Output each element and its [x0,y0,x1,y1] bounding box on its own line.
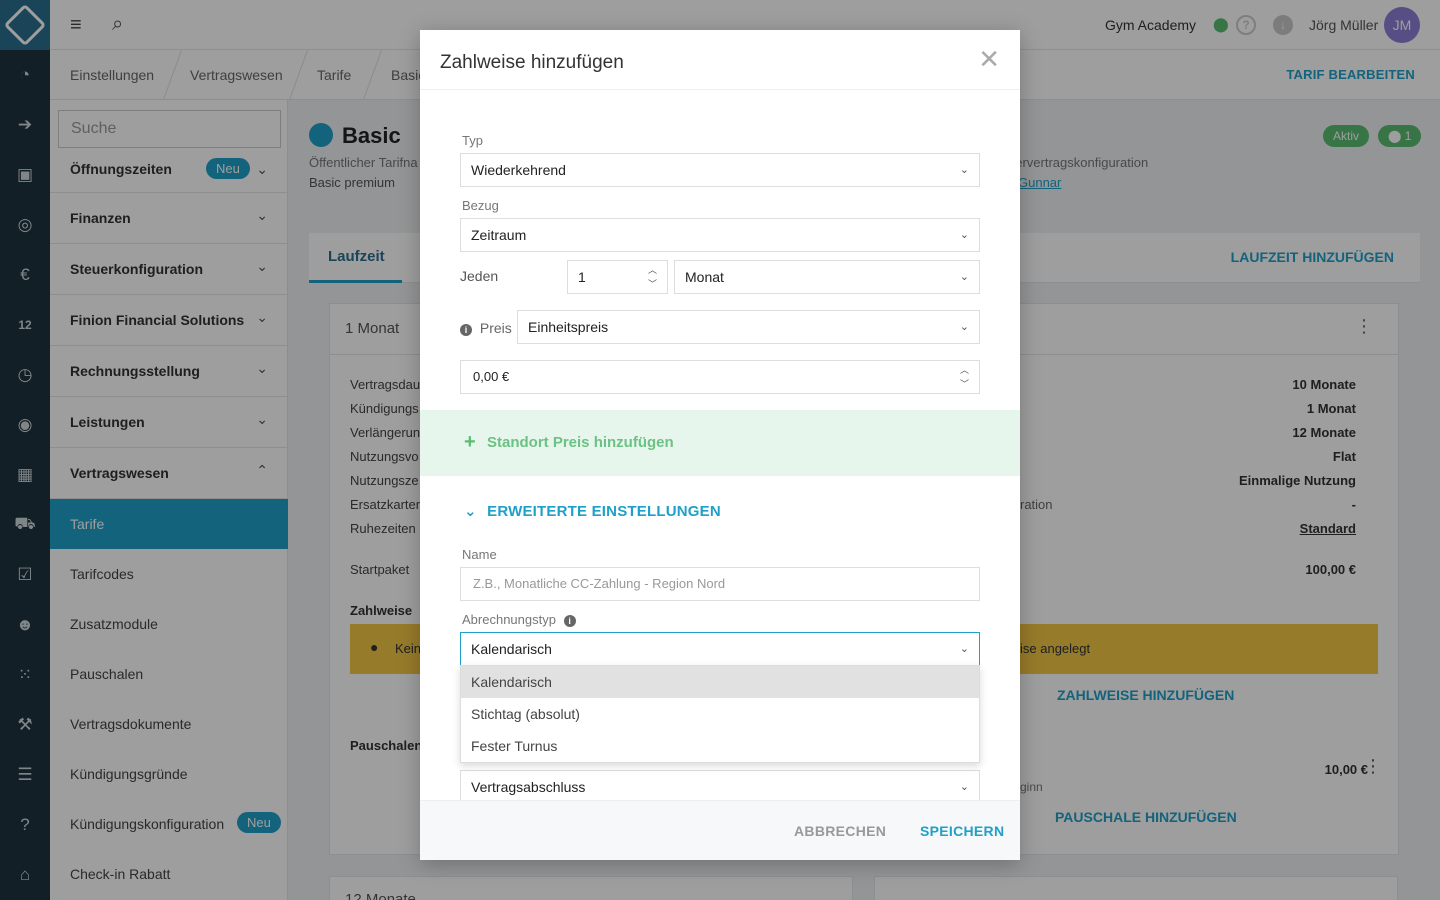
chevron-down-icon: ⌄ [464,503,477,520]
chevron-down-icon: ⌄ [959,271,969,283]
typ-select[interactable]: Wiederkehrend ⌄ [460,153,980,187]
chevron-down-icon: ⌄ [959,229,969,241]
jeden-stepper[interactable]: 1 ︿ ﹀ [567,260,668,294]
price-value: 0,00 € [473,369,510,384]
dialog-title: Zahlweise hinzufügen [440,52,624,73]
name-input[interactable]: Z.B., Monatliche CC-Zahlung - Region Nor… [460,567,980,601]
preis-type-select[interactable]: Einheitspreis ⌄ [517,310,980,344]
abrechnungstyp-select[interactable]: Kalendarisch ⌄ [460,632,980,666]
name-label: Name [462,547,497,562]
preis-label-group: i Preis [460,320,512,336]
advanced-settings-label: ERWEITERTE EINSTELLUNGEN [487,503,721,520]
cancel-button[interactable]: ABBRECHEN [794,823,886,839]
jeden-value: 1 [578,269,586,285]
abrechnungstyp-label-group: Abrechnungstyp i [462,612,576,627]
preis-label: Preis [479,320,512,336]
plus-icon: + [464,431,476,453]
typ-label: Typ [462,133,483,148]
add-payment-method-dialog: Zahlweise hinzufügen ✕ Typ Wiederkehrend… [420,30,1020,860]
close-icon[interactable]: ✕ [978,46,1000,72]
add-location-price-label: Standort Preis hinzufügen [487,434,674,451]
option-stichtag[interactable]: Stichtag (absolut) [461,698,979,730]
jeden-label: Jeden [460,268,499,284]
dialog-footer: ABBRECHEN SPEICHERN [420,800,1020,860]
bezug-label: Bezug [462,198,499,213]
typ-value: Wiederkehrend [471,162,566,178]
interval-select[interactable]: Monat ⌄ [674,260,980,294]
chevron-down-icon: ⌄ [959,164,969,176]
advanced-settings-toggle[interactable]: ⌄ ERWEITERTE EINSTELLUNGEN [464,502,721,520]
bezug-select[interactable]: Zeitraum ⌄ [460,218,980,252]
abrechnungstyp-value: Kalendarisch [471,641,552,657]
chevron-down-icon: ⌄ [959,643,969,655]
bezug-value: Zeitraum [471,227,527,243]
save-button[interactable]: SPEICHERN [920,823,1004,839]
abrechnungstyp-options: Kalendarisch Stichtag (absolut) Fester T… [460,665,980,763]
chevron-down-icon: ⌄ [959,321,969,333]
interval-value: Monat [685,269,724,285]
start-reference-select[interactable]: Vertragsabschluss ⌄ [460,770,980,804]
start-reference-value: Vertragsabschluss [471,779,586,795]
info-icon[interactable]: i [460,324,472,336]
info-icon[interactable]: i [563,615,576,627]
option-fester-turnus[interactable]: Fester Turnus [461,730,979,762]
stepper-arrows-icon[interactable]: ︿ ﹀ [648,263,657,291]
abrechnungstyp-label: Abrechnungstyp [462,612,556,627]
add-location-price-row[interactable]: + Standort Preis hinzufügen [420,410,1020,476]
preis-type-value: Einheitspreis [528,319,609,335]
option-kalendarisch[interactable]: Kalendarisch [461,666,979,698]
chevron-down-icon: ⌄ [959,781,969,793]
stepper-arrows-icon[interactable]: ︿ ﹀ [960,363,969,391]
price-input[interactable]: 0,00 € ︿ ﹀ [460,360,980,394]
dialog-header: Zahlweise hinzufügen ✕ [420,30,1020,90]
